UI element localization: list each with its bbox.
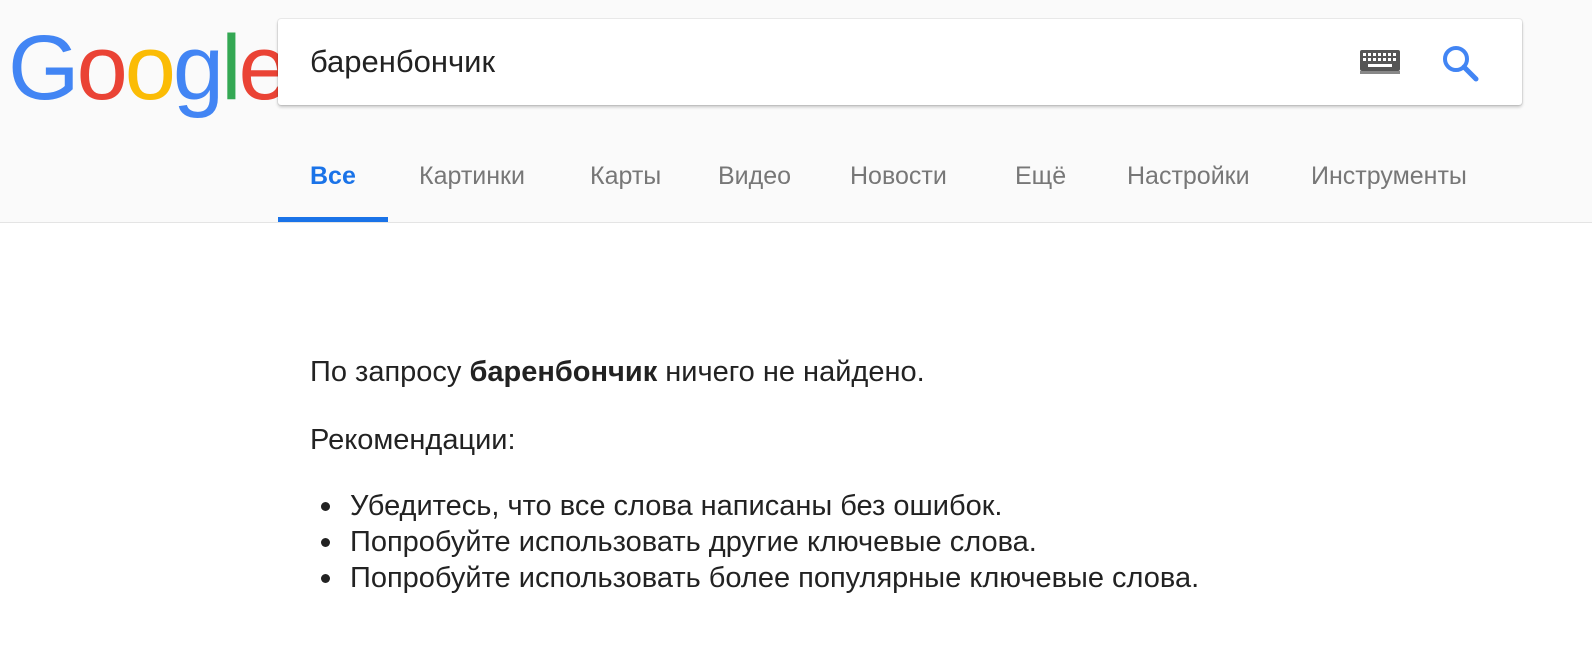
search-input[interactable] <box>310 37 1310 87</box>
search-icon[interactable] <box>1438 41 1482 85</box>
message-suffix: ничего не найдено. <box>665 356 925 388</box>
logo-letter-l: l <box>221 17 242 119</box>
recommendations-title: Рекомендации: <box>310 424 516 456</box>
tab-news[interactable]: Новости <box>818 140 980 222</box>
no-results-message: По запросу баренбончик ничего не найдено… <box>310 352 1199 392</box>
suggestions-list: Убедитесь, что все слова написаны без ош… <box>310 488 1199 596</box>
tab-images[interactable]: Картинки <box>388 140 554 222</box>
list-item: Убедитесь, что все слова написаны без ош… <box>320 488 1199 524</box>
google-logo[interactable]: Google <box>8 17 290 119</box>
tab-video[interactable]: Видео <box>684 140 818 222</box>
tab-label: Ещё <box>1015 162 1067 190</box>
list-item: Попробуйте использовать другие ключевые … <box>320 524 1199 560</box>
tab-maps[interactable]: Карты <box>554 140 684 222</box>
logo-letter-g1: G <box>8 17 80 119</box>
tab-label: Картинки <box>419 162 525 190</box>
tab-tools[interactable]: Инструменты <box>1282 140 1478 222</box>
list-item: Попробуйте использовать более популярные… <box>320 562 1200 594</box>
search-tabs: Все Картинки Карты Видео Новости Ещё Нас… <box>278 140 1478 222</box>
tab-label: Видео <box>718 162 792 190</box>
logo-letter-o1: o <box>76 17 128 119</box>
tab-label: Все <box>310 162 356 190</box>
message-prefix: По запросу <box>310 356 462 388</box>
tab-label: Карты <box>590 162 662 190</box>
tab-more[interactable]: Ещё <box>980 140 1095 222</box>
tab-label: Настройки <box>1127 162 1250 190</box>
tab-label: Новости <box>850 162 947 190</box>
tab-settings[interactable]: Настройки <box>1095 140 1282 222</box>
keyboard-icon[interactable] <box>1360 50 1400 74</box>
search-box <box>278 19 1522 105</box>
tab-all[interactable]: Все <box>278 140 388 222</box>
no-results-panel: По запросу баренбончик ничего не найдено… <box>310 352 1199 596</box>
header: Google Все Картинки <box>0 0 1592 223</box>
tab-label: Инструменты <box>1311 162 1467 190</box>
logo-letter-g2: g <box>172 17 224 119</box>
logo-letter-o2: o <box>124 17 176 119</box>
query-text: баренбончик <box>469 356 658 388</box>
